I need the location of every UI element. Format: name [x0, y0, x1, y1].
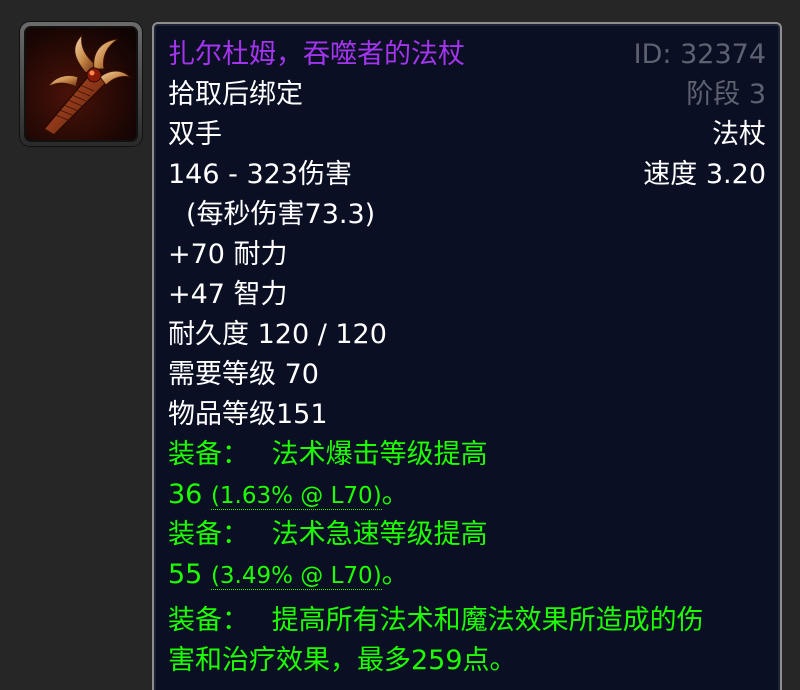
staff-claw-icon — [24, 26, 138, 142]
equip-suffix: 。 — [381, 479, 409, 510]
item-level: 物品等级151 — [168, 399, 328, 430]
equip-effect-3: 装备： 提高所有法术和魔法效果所造成的伤 — [168, 604, 704, 638]
item-type: 法杖 — [712, 119, 766, 150]
equip-rating-detail[interactable]: (1.63% @ L70) — [210, 483, 382, 510]
equip-rating-detail[interactable]: (3.49% @ L70) — [210, 563, 382, 590]
equip-prefix: 装备： — [168, 519, 249, 550]
equip-text: 法术爆击等级提高 — [271, 439, 488, 470]
item-tooltip-screen: 扎尔杜姆，吞噬者的法杖 ID: 32374 拾取后绑定 阶段 3 双手 法杖 1… — [0, 0, 800, 690]
item-phase: 阶段 3 — [686, 79, 766, 110]
equip-effect-3-line2: 害和治疗效果，最多259点。 — [168, 645, 517, 676]
item-speed: 速度 3.20 — [643, 159, 766, 190]
equip-prefix: 装备： — [168, 605, 249, 636]
item-dps: (每秒伤害73.3) — [186, 199, 376, 230]
item-id: ID: 32374 — [633, 39, 766, 70]
equip-effect-1: 装备： 法术爆击等级提高 — [168, 438, 488, 472]
item-damage: 146 - 323伤害 — [168, 159, 352, 190]
equip-effect-2-value: 55 (3.49% @ L70)。 — [168, 558, 409, 593]
item-binding: 拾取后绑定 — [168, 79, 303, 110]
item-slot: 双手 — [168, 119, 222, 150]
equip-text: 提高所有法术和魔法效果所造成的伤 — [271, 605, 704, 636]
item-durability: 耐久度 120 / 120 — [168, 319, 387, 350]
equip-effect-1-value: 36 (1.63% @ L70)。 — [168, 478, 409, 513]
equip-value: 36 — [168, 479, 203, 510]
item-required-level: 需要等级 70 — [168, 359, 319, 390]
item-icon-frame[interactable] — [20, 22, 142, 146]
stat-intellect: +47 智力 — [168, 279, 288, 310]
equip-value: 55 — [168, 559, 203, 590]
equip-effect-2: 装备： 法术急速等级提高 — [168, 518, 488, 552]
equip-suffix: 。 — [381, 559, 409, 590]
equip-prefix: 装备： — [168, 439, 249, 470]
item-tooltip: 扎尔杜姆，吞噬者的法杖 ID: 32374 拾取后绑定 阶段 3 双手 法杖 1… — [152, 22, 782, 690]
item-name[interactable]: 扎尔杜姆，吞噬者的法杖 — [168, 38, 465, 72]
stat-stamina: +70 耐力 — [168, 239, 288, 270]
equip-text: 法术急速等级提高 — [271, 519, 488, 550]
